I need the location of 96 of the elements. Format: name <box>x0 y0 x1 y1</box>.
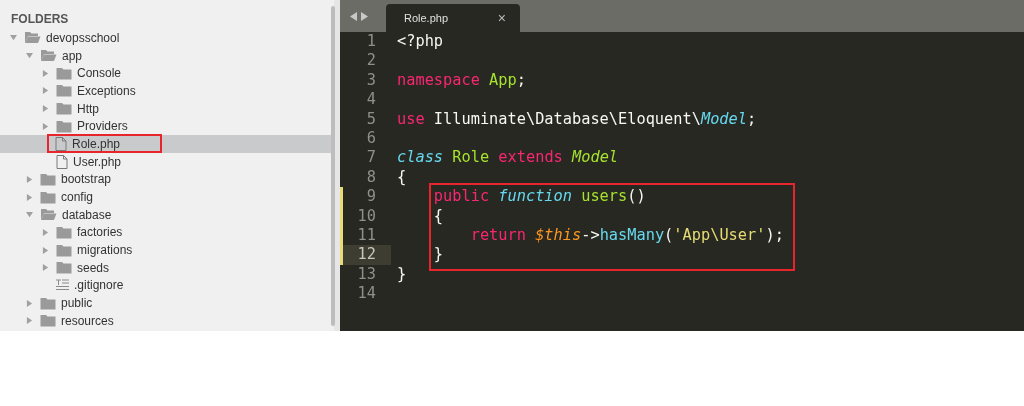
folder-row[interactable]: bootstrap <box>0 170 334 189</box>
file-row[interactable]: .gitignore <box>0 276 334 295</box>
line-number: 6 <box>365 128 377 149</box>
sidebar-title: FOLDERS <box>10 11 70 28</box>
caret-right-icon[interactable] <box>26 317 33 325</box>
caret-right-icon[interactable] <box>26 193 33 201</box>
forward-arrow-icon[interactable] <box>361 11 368 21</box>
tree-label: seeds <box>77 259 110 277</box>
caret-right-icon[interactable] <box>26 175 33 183</box>
folder-row[interactable]: seeds <box>0 258 334 277</box>
line-number: 14 <box>356 284 377 304</box>
line-number: 10 <box>356 206 377 226</box>
folder-row[interactable]: database <box>0 205 334 224</box>
caret-right-icon[interactable] <box>42 105 49 113</box>
code-line: { <box>396 167 407 188</box>
folder-row[interactable]: public <box>0 294 334 312</box>
folder-icon <box>56 261 72 275</box>
folder-row[interactable]: app <box>0 46 334 65</box>
folder-row[interactable]: Providers <box>0 117 334 136</box>
text-file-icon <box>56 279 69 292</box>
file-row[interactable]: User.php <box>0 152 334 171</box>
folder-icon <box>56 102 72 116</box>
folder-row[interactable]: Console <box>0 64 334 83</box>
caret-right-icon[interactable] <box>42 228 49 236</box>
folder-icon <box>56 84 72 98</box>
tree-label: Http <box>77 100 99 118</box>
folder-icon <box>56 225 72 239</box>
file-icon <box>56 154 68 169</box>
folder-row[interactable]: resources <box>0 312 334 330</box>
caret-right-icon[interactable] <box>42 264 49 272</box>
file-icon <box>55 136 67 151</box>
code-line: return $this->hasMany('App\User'); <box>469 225 784 246</box>
folder-icon <box>40 296 56 310</box>
line-number: 3 <box>365 70 377 91</box>
tree-label: Console <box>77 65 122 83</box>
code-line: class Role extends Model <box>396 148 619 168</box>
open-folder-icon <box>40 49 57 63</box>
tree-label: database <box>62 206 112 224</box>
line-number: 13 <box>356 264 377 285</box>
folder-icon <box>56 66 72 80</box>
tree-label: .gitignore <box>74 277 124 295</box>
tree-label: User.php <box>73 153 122 171</box>
tree-label: Providers <box>77 118 128 136</box>
tab-label: Role.php <box>404 10 449 26</box>
file-row[interactable]: Role.php <box>0 135 334 153</box>
caret-right-icon[interactable] <box>26 299 33 307</box>
caret-down-icon[interactable] <box>26 211 33 219</box>
caret-right-icon[interactable] <box>42 69 49 77</box>
caret-down-icon[interactable] <box>26 52 33 60</box>
caret-right-icon[interactable] <box>42 122 49 130</box>
line-number: 7 <box>365 148 377 168</box>
code-line: { <box>432 206 444 226</box>
tree-label: factories <box>77 224 123 242</box>
line-number: 12 <box>343 245 391 265</box>
folder-row[interactable]: Http <box>0 99 334 118</box>
line-number: 4 <box>365 90 377 110</box>
open-folder-icon <box>24 31 41 45</box>
back-arrow-icon[interactable] <box>350 11 357 21</box>
line-number: 1 <box>365 32 377 52</box>
tree-label: public <box>61 295 93 313</box>
code-line: } <box>396 264 407 285</box>
code-line: <?php <box>396 32 444 52</box>
line-number: 2 <box>365 51 377 71</box>
code-line: } <box>432 245 444 265</box>
tree-label: migrations <box>77 242 133 260</box>
code-line: use Illuminate\Database\Eloquent\Model; <box>396 109 757 129</box>
tree-label: Role.php <box>72 135 121 153</box>
tree-label: config <box>61 189 94 207</box>
line-number: 8 <box>365 167 377 188</box>
folder-row[interactable]: Exceptions <box>0 82 334 100</box>
editor-tab[interactable]: Role.php × <box>386 4 520 32</box>
folder-icon <box>40 190 56 204</box>
folder-row[interactable]: config <box>0 188 334 206</box>
folder-icon <box>40 314 56 328</box>
folder-icon <box>56 243 72 257</box>
folder-icon <box>40 172 56 186</box>
caret-down-icon[interactable] <box>10 34 17 42</box>
tree-label: Exceptions <box>77 82 136 100</box>
folder-row[interactable]: factories <box>0 223 334 242</box>
line-number: 5 <box>365 109 377 129</box>
caret-right-icon[interactable] <box>42 246 49 254</box>
close-button[interactable]: × <box>497 11 506 25</box>
code-line: namespace App; <box>396 70 526 91</box>
caret-right-icon[interactable] <box>42 87 49 95</box>
folder-row[interactable]: migrations <box>0 241 334 259</box>
scrollbar[interactable] <box>331 6 335 326</box>
tree-label: devopsschool <box>46 29 120 47</box>
folder-row[interactable]: devopsschool <box>0 29 334 47</box>
line-number: 11 <box>356 225 377 246</box>
tree-label: resources <box>61 312 114 330</box>
tree-label: app <box>62 47 83 65</box>
folder-icon <box>56 119 72 133</box>
line-number: 9 <box>365 187 377 207</box>
open-folder-icon <box>40 208 57 222</box>
tree-label: bootstrap <box>61 171 112 189</box>
code-line: public function users() <box>432 187 646 207</box>
